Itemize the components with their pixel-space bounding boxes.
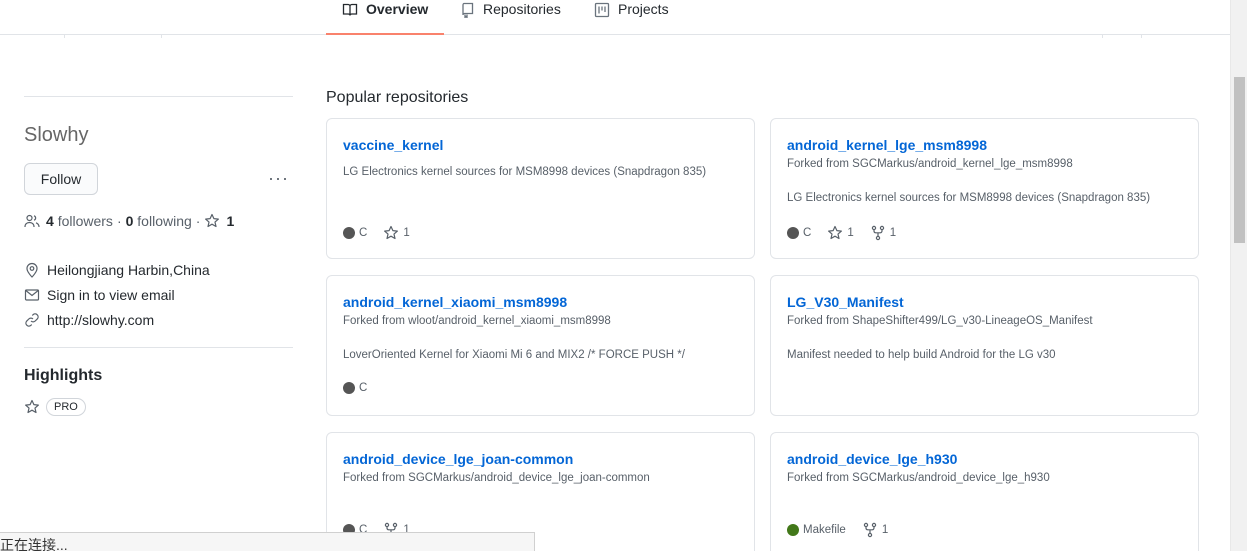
tab-projects[interactable]: Projects	[594, 0, 669, 35]
profile-location: Heilongjiang Harbin,China	[24, 262, 210, 278]
repo-card: vaccine_kernel LG Electronics kernel sou…	[326, 118, 755, 259]
stats-separator: ·	[195, 213, 201, 229]
language-label: C	[803, 227, 812, 239]
stars-count: 1	[403, 227, 410, 239]
language-color-dot	[787, 227, 799, 239]
tab-overview-label: Overview	[366, 1, 429, 17]
following-link[interactable]: 0 following	[126, 213, 192, 229]
repo-language: C	[343, 382, 367, 394]
star-icon	[205, 213, 220, 228]
more-options-icon[interactable]: ···	[268, 169, 289, 187]
language-label: C	[359, 382, 368, 394]
mail-icon	[24, 289, 40, 301]
fork-icon	[863, 522, 877, 538]
following-count: 0	[125, 213, 134, 229]
forked-from-text[interactable]: Forked from SGCMarkus/android_kernel_lge…	[787, 158, 1073, 170]
repo-name-link[interactable]: android_kernel_xiaomi_msm8998	[343, 294, 567, 310]
repo-card: android_kernel_lge_msm8998 Forked from S…	[770, 118, 1199, 259]
repo-name-link[interactable]: android_kernel_lge_msm8998	[787, 137, 987, 153]
follow-stats: 4 followers · 0 following · 1	[24, 213, 234, 229]
profile-email: Sign in to view email	[24, 287, 175, 303]
sign-in-email-link[interactable]: Sign in to view email	[47, 287, 175, 303]
repo-name-link[interactable]: vaccine_kernel	[343, 137, 443, 153]
forked-from-text[interactable]: Forked from wloot/android_kernel_xiaomi_…	[343, 315, 611, 327]
stars-count: 1	[847, 227, 854, 239]
page-scrollbar[interactable]	[1230, 0, 1247, 551]
language-label: Makefile	[803, 524, 846, 536]
browser-status-bar: 正在连接...	[0, 532, 535, 551]
language-color-dot	[787, 524, 799, 536]
star-icon	[384, 225, 399, 240]
highlights-pro: PRO	[24, 398, 86, 416]
forks-count: 1	[881, 524, 889, 536]
tab-projects-label: Projects	[618, 1, 669, 17]
follow-button[interactable]: Follow	[24, 163, 98, 195]
language-label: C	[359, 227, 368, 239]
sidebar-divider	[24, 347, 293, 348]
repo-description: LG Electronics kernel sources for MSM899…	[787, 192, 1151, 204]
repo-name-link[interactable]: android_device_lge_h930	[787, 451, 957, 467]
language-color-dot	[343, 227, 355, 239]
location-icon	[26, 262, 38, 278]
repo-meta: C 1 1	[787, 225, 912, 241]
stats-separator: ·	[116, 213, 122, 229]
repo-card: android_kernel_xiaomi_msm8998 Forked fro…	[326, 275, 755, 416]
stars-count: 1	[226, 213, 235, 229]
repo-stars-link[interactable]: 1	[383, 225, 410, 241]
tab-overview[interactable]: Overview	[326, 0, 444, 35]
repo-name-link[interactable]: LG_V30_Manifest	[787, 294, 904, 310]
repo-forks-link[interactable]: 1	[870, 225, 896, 241]
followers-label: followers	[57, 213, 113, 229]
stars-link[interactable]: 1	[204, 213, 234, 229]
forked-from-text[interactable]: Forked from SGCMarkus/android_device_lge…	[343, 472, 650, 484]
sidebar-divider	[24, 96, 293, 97]
book-icon	[342, 3, 358, 16]
star-icon	[25, 399, 39, 414]
followers-link[interactable]: 4 followers	[46, 213, 113, 229]
repo-meta: C	[343, 382, 383, 394]
star-icon	[828, 225, 843, 240]
language-color-dot	[343, 382, 355, 394]
pro-badge: PRO	[46, 398, 86, 416]
profile-website: http://slowhy.com	[24, 312, 154, 328]
project-icon	[594, 2, 610, 18]
repo-stars-link[interactable]: 1	[827, 225, 854, 241]
following-label: following	[137, 213, 192, 229]
forked-from-text[interactable]: Forked from SGCMarkus/android_device_lge…	[787, 472, 1050, 484]
scrollbar-thumb[interactable]	[1234, 77, 1245, 243]
repo-card: LG_V30_Manifest Forked from ShapeShifter…	[770, 275, 1199, 416]
repo-description: LG Electronics kernel sources for MSM899…	[343, 166, 707, 178]
fork-icon	[871, 225, 884, 241]
highlights-heading: Highlights	[24, 367, 103, 384]
repo-language: Makefile	[787, 524, 846, 536]
forked-from-text[interactable]: Forked from ShapeShifter499/LG_v30-Linea…	[787, 315, 1093, 327]
link-icon	[25, 313, 39, 327]
website-link[interactable]: http://slowhy.com	[47, 312, 154, 328]
tab-repositories[interactable]: Repositories	[461, 0, 561, 35]
repo-forks-link[interactable]: 1	[862, 522, 888, 538]
repo-card: android_device_lge_h930 Forked from SGCM…	[770, 432, 1199, 551]
repo-description: Manifest needed to help build Android fo…	[787, 349, 1056, 361]
repo-name-link[interactable]: android_device_lge_joan-common	[343, 451, 573, 467]
profile-tabbar: Overview Repositories Projects	[0, 0, 1230, 35]
repo-meta: Makefile 1	[787, 522, 904, 538]
repo-meta: C 1	[343, 225, 426, 241]
repo-icon	[462, 2, 474, 18]
followers-count: 4	[46, 213, 54, 229]
repo-description: LoverOriented Kernel for Xiaomi Mi 6 and…	[343, 349, 685, 361]
profile-username: Slowhy	[24, 124, 89, 146]
people-icon	[24, 214, 40, 228]
repo-language: C	[787, 227, 811, 239]
tab-repositories-label: Repositories	[483, 1, 561, 17]
repo-language: C	[343, 227, 367, 239]
forks-count: 1	[889, 227, 897, 239]
location-text: Heilongjiang Harbin,China	[47, 262, 210, 278]
popular-repositories-heading: Popular repositories	[326, 89, 469, 106]
